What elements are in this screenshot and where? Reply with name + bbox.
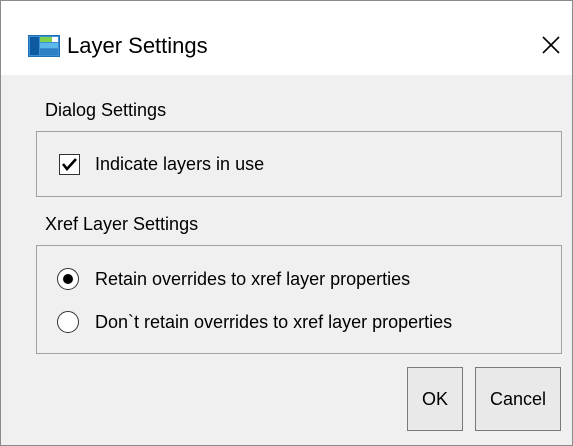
retain-overrides-label[interactable]: Retain overrides to xref layer propertie… [95, 268, 410, 290]
cancel-button[interactable]: Cancel [475, 367, 561, 431]
dialog-settings-label: Dialog Settings [45, 100, 167, 120]
close-button[interactable] [529, 23, 573, 67]
layer-settings-dialog: Layer Settings Dialog Settings Indicate … [0, 0, 573, 446]
indicate-layers-checkbox[interactable] [59, 154, 80, 175]
xref-layer-settings-group: Retain overrides to xref layer propertie… [36, 245, 562, 354]
xref-layer-settings-label: Xref Layer Settings [45, 214, 199, 234]
radio-selected-dot [63, 274, 73, 284]
dialog-settings-group: Indicate layers in use [36, 131, 562, 197]
close-icon [542, 36, 560, 54]
window-title: Layer Settings [67, 33, 208, 58]
checkmark-icon [61, 158, 77, 172]
retain-overrides-radio[interactable] [57, 268, 79, 290]
ok-button[interactable]: OK [407, 367, 463, 431]
layer-settings-app-icon [28, 35, 60, 57]
dont-retain-overrides-radio[interactable] [57, 311, 79, 333]
title-bar[interactable]: Layer Settings [1, 1, 572, 75]
indicate-layers-label[interactable]: Indicate layers in use [95, 153, 264, 175]
dont-retain-overrides-label[interactable]: Don`t retain overrides to xref layer pro… [95, 311, 452, 333]
